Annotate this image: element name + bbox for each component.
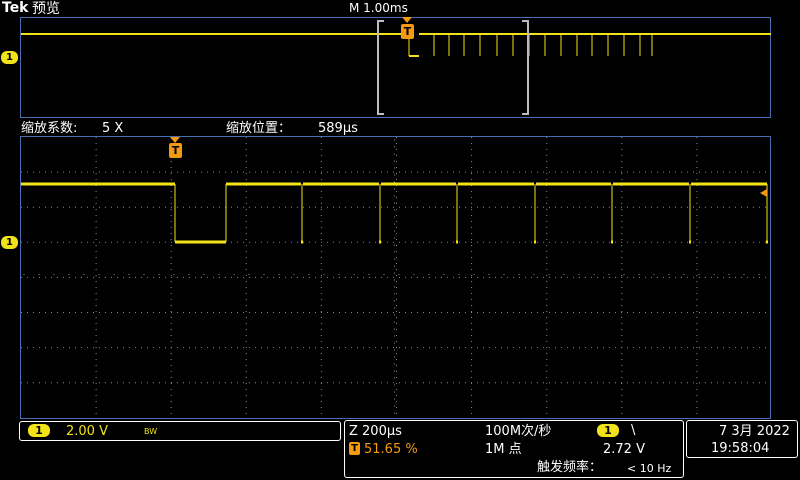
trigger-source-chip: 1 [597,424,619,437]
zoom-ch1-marker[interactable]: 1 [1,236,18,249]
time-display: 19:58:04 [711,441,770,456]
ch1-chip: 1 [28,424,50,437]
date-display: 7 3月 2022 [719,424,790,439]
trigger-level-arrow-icon [760,189,767,197]
trigger-frequency-label: 触发频率： [537,460,603,475]
ch1-status[interactable]: 1 2.00 V BW [19,421,341,441]
trigger-level: 2.72 V [603,442,645,457]
trigger-position-value: 51.65 % [364,442,418,457]
datetime-status[interactable]: 7 3月 2022 19:58:04 [686,420,798,458]
trigger-position-icon: T [349,442,360,455]
zoom-waveform [21,137,770,418]
sample-rate: 100M次/秒 [485,424,552,439]
trigger-frequency-value: < 10 Hz [627,462,672,475]
record-length: 1M 点 [485,442,522,457]
zoom-trigger-marker[interactable]: T [169,143,182,158]
bw-limit-badge: BW [144,427,158,436]
zoom-timebase: Z 200µs [349,424,402,439]
trigger-slope-icon: \ [631,423,636,438]
ch1-scale: 2.00 V [66,424,108,439]
acquisition-status[interactable]: Z 200µs T 51.65 % 100M次/秒 1M 点 1 \ 2.72 … [344,420,684,478]
